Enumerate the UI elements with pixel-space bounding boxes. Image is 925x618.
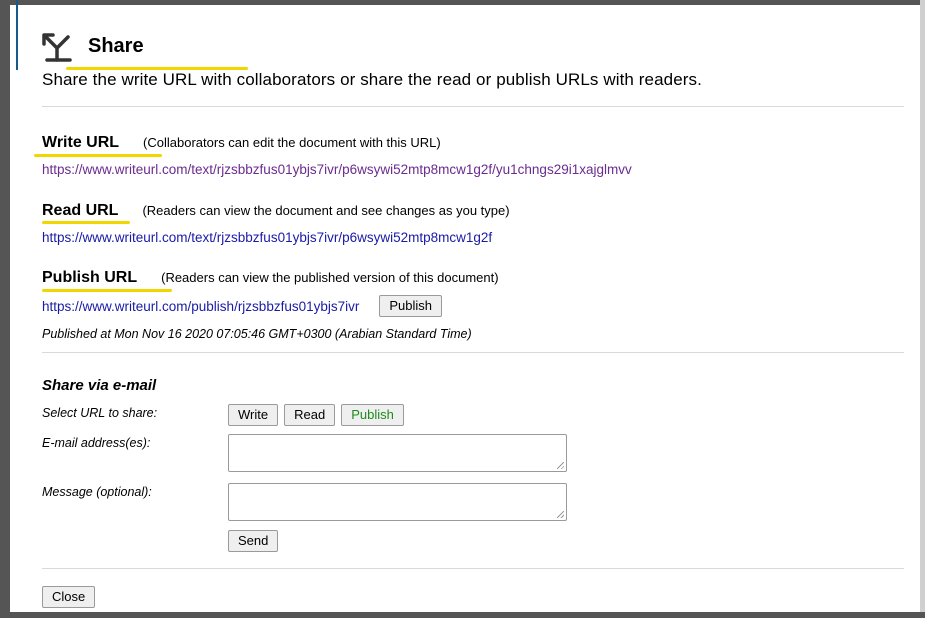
window-frame-bottom: [0, 612, 925, 618]
read-url-description: (Readers can view the document and see c…: [142, 203, 510, 218]
option-read-button[interactable]: Read: [284, 404, 336, 426]
background-accent-bar: [16, 0, 18, 70]
publish-url-link[interactable]: https://www.writeurl.com/publish/rjzsbbz…: [42, 299, 359, 314]
read-url-label: Read URL: [42, 202, 119, 219]
publish-url-header: Publish URL (Readers can view the publis…: [42, 269, 499, 287]
write-url-label: Write URL: [42, 134, 120, 151]
intro-text: Share the write URL with collaborators o…: [42, 70, 702, 89]
select-url-label: Select URL to share:: [42, 406, 158, 420]
write-url-link[interactable]: https://www.writeurl.com/text/rjzsbbzfus…: [42, 162, 632, 177]
message-label: Message (optional):: [42, 485, 152, 499]
window-frame-right: [920, 0, 925, 618]
divider: [42, 352, 904, 353]
write-url-highlight: [34, 154, 162, 157]
write-url-description: (Collaborators can edit the document wit…: [143, 135, 441, 150]
resize-grip-icon[interactable]: [557, 511, 564, 518]
option-write-button[interactable]: Write: [228, 404, 279, 426]
publish-button[interactable]: Publish: [379, 295, 443, 317]
message-field[interactable]: [228, 483, 567, 521]
window-frame-top: [0, 0, 925, 5]
window-frame-left: [0, 0, 10, 618]
email-address-label: E-mail address(es):: [42, 436, 151, 450]
divider: [42, 106, 904, 107]
close-button[interactable]: Close: [42, 586, 96, 608]
resize-grip-icon[interactable]: [557, 462, 564, 469]
write-url-header: Write URL (Collaborators can edit the do…: [42, 134, 441, 152]
email-address-field[interactable]: [228, 434, 567, 472]
divider: [42, 568, 904, 569]
publish-url-description: (Readers can view the published version …: [161, 270, 499, 285]
share-arrows-icon: [40, 30, 74, 62]
read-url-link[interactable]: https://www.writeurl.com/text/rjzsbbzfus…: [42, 230, 492, 245]
dialog-title: Share: [88, 34, 144, 57]
published-status: Published at Mon Nov 16 2020 07:05:46 GM…: [42, 327, 472, 341]
dialog-header: Share: [40, 28, 248, 70]
publish-url-label: Publish URL: [42, 269, 138, 286]
url-option-group: Write Read Publish: [228, 404, 404, 426]
publish-url-highlight: [42, 289, 172, 292]
option-publish-button[interactable]: Publish: [341, 404, 404, 426]
send-button[interactable]: Send: [228, 530, 279, 552]
share-dialog: Share Share the write URL with collabora…: [20, 8, 915, 612]
read-url-highlight: [42, 221, 130, 224]
email-section-title: Share via e-mail: [42, 377, 157, 394]
read-url-header: Read URL (Readers can view the document …: [42, 202, 510, 220]
publish-url-row: https://www.writeurl.com/publish/rjzsbbz…: [42, 295, 443, 317]
